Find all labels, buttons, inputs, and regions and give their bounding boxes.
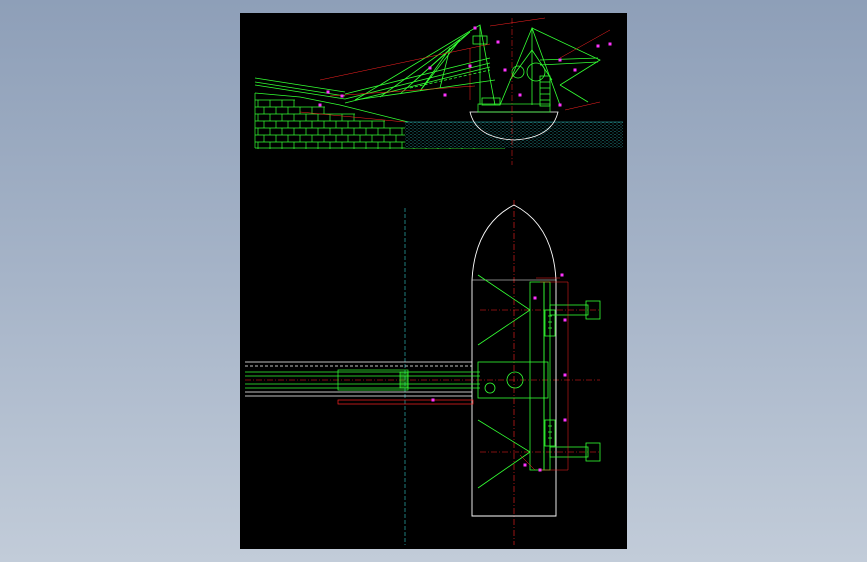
item-balloon xyxy=(538,468,542,472)
item-balloon xyxy=(573,68,577,72)
item-balloon xyxy=(503,68,507,72)
item-balloon xyxy=(340,94,344,98)
item-balloon xyxy=(533,296,537,300)
plan-view xyxy=(245,200,601,545)
item-balloon xyxy=(443,93,447,97)
item-balloon xyxy=(558,58,562,62)
outrigger-arms-plan xyxy=(549,300,601,462)
anchor-struts-plan xyxy=(477,274,531,489)
truss-boom-right xyxy=(481,26,601,107)
item-balloon xyxy=(318,103,322,107)
elevation-view xyxy=(254,17,623,165)
item-balloon xyxy=(563,418,567,422)
item-balloon xyxy=(326,90,330,94)
item-balloon xyxy=(518,93,522,97)
item-balloon xyxy=(523,463,527,467)
conveyor-plan xyxy=(245,361,480,405)
item-balloon xyxy=(473,26,477,30)
drawing-sheet xyxy=(240,13,627,549)
item-balloon xyxy=(596,44,600,48)
centerlines-plan xyxy=(245,200,600,545)
item-balloon xyxy=(468,64,472,68)
item-balloons-plan xyxy=(431,273,567,472)
cad-viewer[interactable] xyxy=(0,0,867,562)
item-balloon xyxy=(608,42,612,46)
item-balloon xyxy=(563,373,567,377)
water-surface xyxy=(405,121,623,148)
item-balloon xyxy=(563,318,567,322)
item-balloon xyxy=(558,103,562,107)
cad-drawing xyxy=(245,17,623,545)
item-balloon xyxy=(431,398,435,402)
item-balloon xyxy=(496,40,500,44)
item-balloon xyxy=(428,66,432,70)
item-balloon xyxy=(560,273,564,277)
